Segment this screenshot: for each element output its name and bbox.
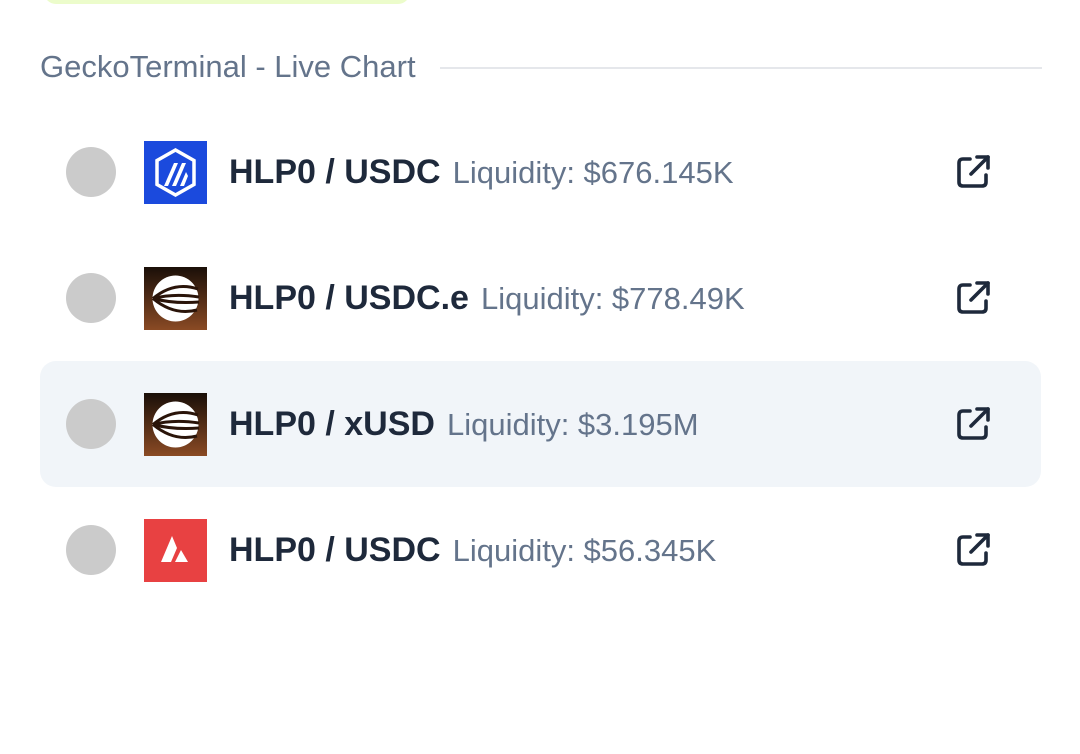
liquidity-value: Liquidity: $3.195M bbox=[446, 406, 699, 442]
pool-text: HLP0 / USDC Liquidity: $56.345K bbox=[229, 531, 716, 570]
pool-list: HLP0 / USDC Liquidity: $676.145K HLP0 / … bbox=[40, 109, 1041, 613]
external-link-icon[interactable] bbox=[953, 278, 993, 318]
radio-button[interactable] bbox=[66, 399, 116, 449]
liquidity-value: Liquidity: $56.345K bbox=[452, 532, 717, 568]
pool-text: HLP0 / USDC.e Liquidity: $778.49K bbox=[229, 279, 745, 318]
pair-name: HLP0 / USDC bbox=[229, 530, 441, 569]
pool-text: HLP0 / xUSD Liquidity: $3.195M bbox=[229, 405, 699, 444]
chain-logo-icon bbox=[144, 392, 207, 456]
external-link-icon[interactable] bbox=[953, 530, 993, 570]
pool-text: HLP0 / USDC Liquidity: $676.145K bbox=[229, 153, 734, 192]
divider bbox=[439, 67, 1042, 69]
external-link-icon[interactable] bbox=[953, 404, 993, 444]
top-pill bbox=[44, 0, 410, 4]
pool-option[interactable]: HLP0 / USDC Liquidity: $56.345K bbox=[40, 487, 1041, 613]
avalanche-icon bbox=[144, 518, 207, 582]
pool-option[interactable]: HLP0 / xUSD Liquidity: $3.195M bbox=[40, 361, 1041, 487]
radio-button[interactable] bbox=[66, 273, 116, 323]
radio-button[interactable] bbox=[66, 525, 116, 575]
external-link-icon[interactable] bbox=[953, 152, 993, 192]
pair-name: HLP0 / USDC.e bbox=[229, 278, 469, 317]
liquidity-value: Liquidity: $676.145K bbox=[452, 154, 734, 190]
pool-option[interactable]: HLP0 / USDC.e Liquidity: $778.49K bbox=[40, 235, 1041, 361]
pair-name: HLP0 / USDC bbox=[229, 152, 441, 191]
pair-name: HLP0 / xUSD bbox=[229, 404, 435, 443]
radio-button[interactable] bbox=[66, 147, 116, 197]
section-title: GeckoTerminal - Live Chart bbox=[40, 49, 416, 84]
arbitrum-icon bbox=[144, 140, 207, 204]
section-header: GeckoTerminal - Live Chart bbox=[40, 46, 1042, 88]
chain-logo-icon bbox=[144, 266, 207, 330]
pool-option[interactable]: HLP0 / USDC Liquidity: $676.145K bbox=[40, 109, 1041, 235]
liquidity-value: Liquidity: $778.49K bbox=[480, 280, 745, 316]
